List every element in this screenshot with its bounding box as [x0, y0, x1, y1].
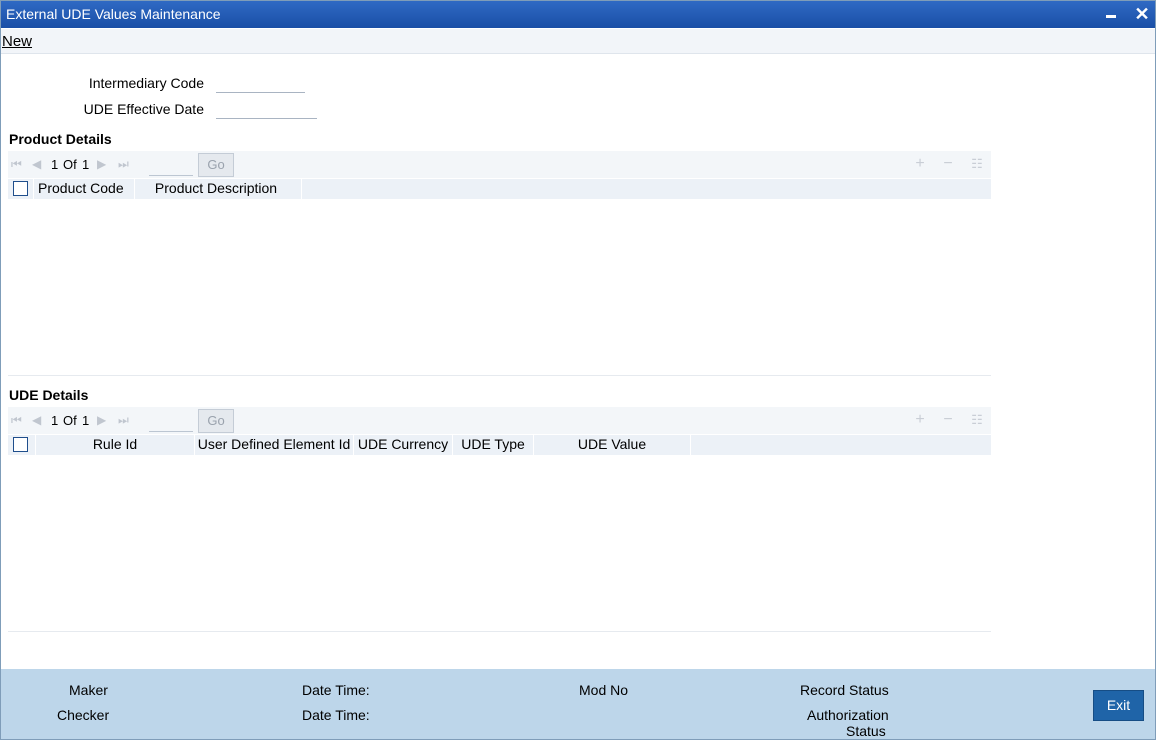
- window-title: External UDE Values Maintenance: [6, 6, 221, 22]
- pager-current: 1: [51, 413, 59, 428]
- pager-total: 1: [82, 413, 90, 428]
- next-page-icon[interactable]: ▶: [97, 158, 109, 170]
- add-row-icon[interactable]: +: [913, 156, 927, 172]
- select-all-checkbox[interactable]: [13, 181, 28, 196]
- menu-bar: New: [1, 29, 1155, 54]
- pager-current: 1: [51, 157, 59, 172]
- column-options-icon[interactable]: ☷: [970, 157, 984, 171]
- previous-page-icon[interactable]: ◀: [32, 414, 44, 426]
- ude-details-toolbar: ⏮ ◀ 1 Of 1 ▶ ⏭ Go + − ☷: [8, 407, 991, 434]
- ude-details-grid-header: Rule Id User Defined Element Id UDE Curr…: [8, 435, 991, 455]
- title-bar: External UDE Values Maintenance ✕: [1, 1, 1155, 28]
- column-header[interactable]: UDE Currency: [354, 435, 453, 455]
- last-page-icon[interactable]: ⏭: [118, 158, 130, 170]
- select-all-cell: [8, 179, 34, 199]
- mod-no-label: Mod No: [579, 682, 629, 698]
- exit-button[interactable]: Exit: [1093, 690, 1144, 721]
- ude-effective-date-input[interactable]: [216, 100, 317, 119]
- minimize-icon[interactable]: [1101, 4, 1121, 24]
- record-status-label: Record Status: [800, 682, 889, 698]
- first-page-icon[interactable]: ⏮: [11, 158, 23, 170]
- pager-of-label: Of: [63, 413, 77, 428]
- go-button[interactable]: Go: [198, 409, 234, 433]
- column-options-icon[interactable]: ☷: [970, 413, 984, 427]
- go-button[interactable]: Go: [198, 153, 234, 177]
- ude-effective-date-label: UDE Effective Date: [83, 101, 204, 117]
- previous-page-icon[interactable]: ◀: [32, 158, 44, 170]
- column-header[interactable]: UDE Value: [534, 435, 691, 455]
- delete-row-icon[interactable]: −: [941, 412, 955, 428]
- checker-label: Checker: [57, 707, 110, 723]
- add-row-icon[interactable]: +: [913, 412, 927, 428]
- column-header[interactable]: Rule Id: [36, 435, 195, 455]
- product-details-grid-body: [8, 199, 991, 376]
- product-details-title: Product Details: [9, 131, 112, 147]
- column-header[interactable]: Product Description: [131, 179, 302, 199]
- new-link[interactable]: New: [2, 33, 32, 50]
- product-details-toolbar: ⏮ ◀ 1 Of 1 ▶ ⏭ Go + − ☷: [8, 151, 991, 178]
- ude-details-title: UDE Details: [9, 387, 89, 403]
- authorization-status-label: Status: [846, 723, 886, 739]
- next-page-icon[interactable]: ▶: [97, 414, 109, 426]
- intermediary-code-label: Intermediary Code: [88, 75, 204, 91]
- audit-footer: Maker Checker Date Time: Date Time: Mod …: [1, 669, 1155, 739]
- first-page-icon[interactable]: ⏮: [11, 414, 23, 426]
- maker-date-time-label: Date Time:: [302, 682, 370, 698]
- select-all-checkbox[interactable]: [13, 437, 28, 452]
- column-header[interactable]: User Defined Element Id: [195, 435, 354, 455]
- authorization-label: Authorization: [807, 707, 889, 723]
- window: External UDE Values Maintenance ✕ New In…: [0, 0, 1156, 740]
- delete-row-icon[interactable]: −: [941, 156, 955, 172]
- ude-details-grid-body: [8, 455, 991, 632]
- page-number-input[interactable]: [149, 409, 193, 432]
- maker-label: Maker: [69, 682, 108, 698]
- close-icon[interactable]: ✕: [1132, 4, 1152, 24]
- checker-date-time-label: Date Time:: [302, 707, 370, 723]
- select-all-cell: [8, 435, 36, 455]
- pager-of-label: Of: [63, 157, 77, 172]
- column-header[interactable]: UDE Type: [453, 435, 534, 455]
- pager-total: 1: [82, 157, 90, 172]
- page-number-input[interactable]: [149, 153, 193, 176]
- product-details-grid-header: Product Code Product Description: [8, 179, 991, 199]
- intermediary-code-input[interactable]: [216, 74, 305, 93]
- column-header[interactable]: Product Code: [34, 179, 135, 199]
- last-page-icon[interactable]: ⏭: [118, 414, 130, 426]
